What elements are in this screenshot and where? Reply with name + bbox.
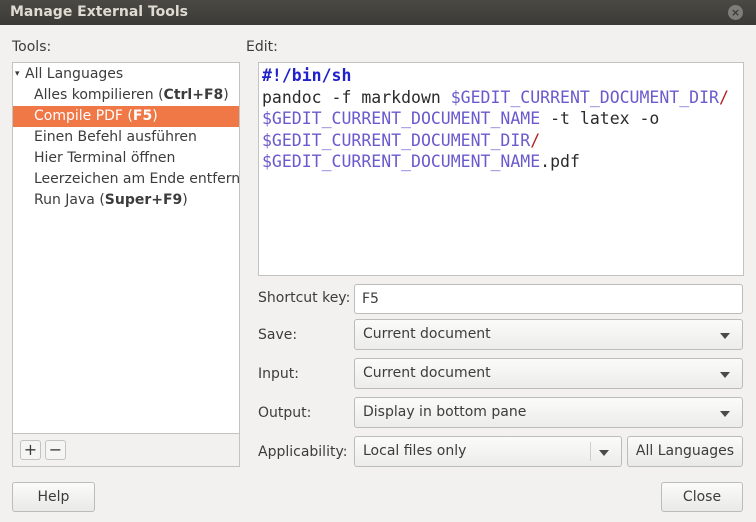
tool-shortcut-suffix: ) [223,87,229,103]
shebang-line: #!/bin/sh [262,66,352,85]
save-combo[interactable]: Current document [354,319,743,350]
save-label: Save: [258,327,298,343]
command-args: -t latex -o [540,109,660,129]
edit-label: Edit: [246,39,278,55]
remove-tool-button[interactable]: − [45,440,66,460]
input-combo[interactable]: Current document [354,358,743,389]
input-label: Input: [258,366,299,382]
tool-shortcut: Super+F9 [104,192,183,208]
var-document-name: $GEDIT_CURRENT_DOCUMENT_NAME [262,152,541,172]
window-title: Manage External Tools [10,4,189,20]
tree-item-befehl-ausfuehren[interactable]: Einen Befehl ausführen [13,127,239,148]
var-document-name: $GEDIT_CURRENT_DOCUMENT_NAME [262,109,541,129]
var-document-dir: $GEDIT_CURRENT_DOCUMENT_DIR [450,87,719,107]
applicability-combo-value: Local files only [363,443,467,459]
tool-name: Compile PDF ( [34,108,133,124]
tool-shortcut: Ctrl+F8 [163,87,224,103]
chevron-down-icon [720,411,730,417]
path-slash: / [530,130,541,150]
tool-name: Einen Befehl ausführen [34,129,197,145]
tree-item-alles-kompilieren[interactable]: Alles kompilieren (Ctrl+F8) [13,85,239,106]
input-combo-value: Current document [363,365,491,381]
save-combo-value: Current document [363,326,491,342]
tools-tree[interactable]: ▾ All Languages Alles kompilieren (Ctrl+… [12,62,240,434]
add-tool-button[interactable]: + [20,440,41,460]
shortcut-key-label: Shortcut key: [258,290,351,306]
chevron-down-icon [720,372,730,378]
tree-item-all-languages[interactable]: ▾ All Languages [13,64,239,85]
path-slash: / [718,87,729,107]
expander-arrow-icon[interactable]: ▾ [15,64,20,85]
tool-name: Hier Terminal öffnen [34,150,176,166]
output-label: Output: [258,405,312,421]
applicability-label: Applicability: [258,444,348,460]
tree-item-compile-pdf[interactable]: Compile PDF (F5) [13,106,239,127]
output-combo[interactable]: Display in bottom pane [354,397,743,428]
tree-item-run-java[interactable]: Run Java (Super+F9) [13,190,239,211]
tool-name: Leerzeichen am Ende entfernen [34,171,239,187]
output-extension: .pdf [540,152,580,172]
all-languages-button[interactable]: All Languages [627,436,743,467]
tool-shortcut-suffix: ) [182,192,188,208]
command-text: pandoc -f markdown [262,87,451,107]
tools-label: Tools: [12,39,52,55]
tree-root-label: All Languages [25,66,124,82]
tool-shortcut-suffix: ) [152,108,158,124]
var-document-dir: $GEDIT_CURRENT_DOCUMENT_DIR [262,130,531,150]
chevron-down-icon [599,450,609,456]
script-editor[interactable]: #!/bin/sh pandoc -f markdown $GEDIT_CURR… [258,62,744,276]
applicability-combo[interactable]: Local files only [354,436,622,467]
tool-name: Run Java ( [34,192,105,208]
tool-name: Alles kompilieren ( [34,87,164,103]
tree-item-terminal-oeffnen[interactable]: Hier Terminal öffnen [13,148,239,169]
window-close-button[interactable]: × [728,5,743,20]
tool-shortcut: F5 [132,108,153,124]
shortcut-key-field[interactable]: F5 [354,284,743,314]
combo-separator [590,442,591,461]
close-button[interactable]: Close [661,482,743,512]
tree-item-leerzeichen-entfernen[interactable]: Leerzeichen am Ende entfernen [13,169,239,190]
help-button[interactable]: Help [12,482,95,512]
tools-toolbar: + − [12,434,240,467]
title-bar: Manage External Tools × [0,0,756,25]
chevron-down-icon [720,333,730,339]
output-combo-value: Display in bottom pane [363,404,527,420]
